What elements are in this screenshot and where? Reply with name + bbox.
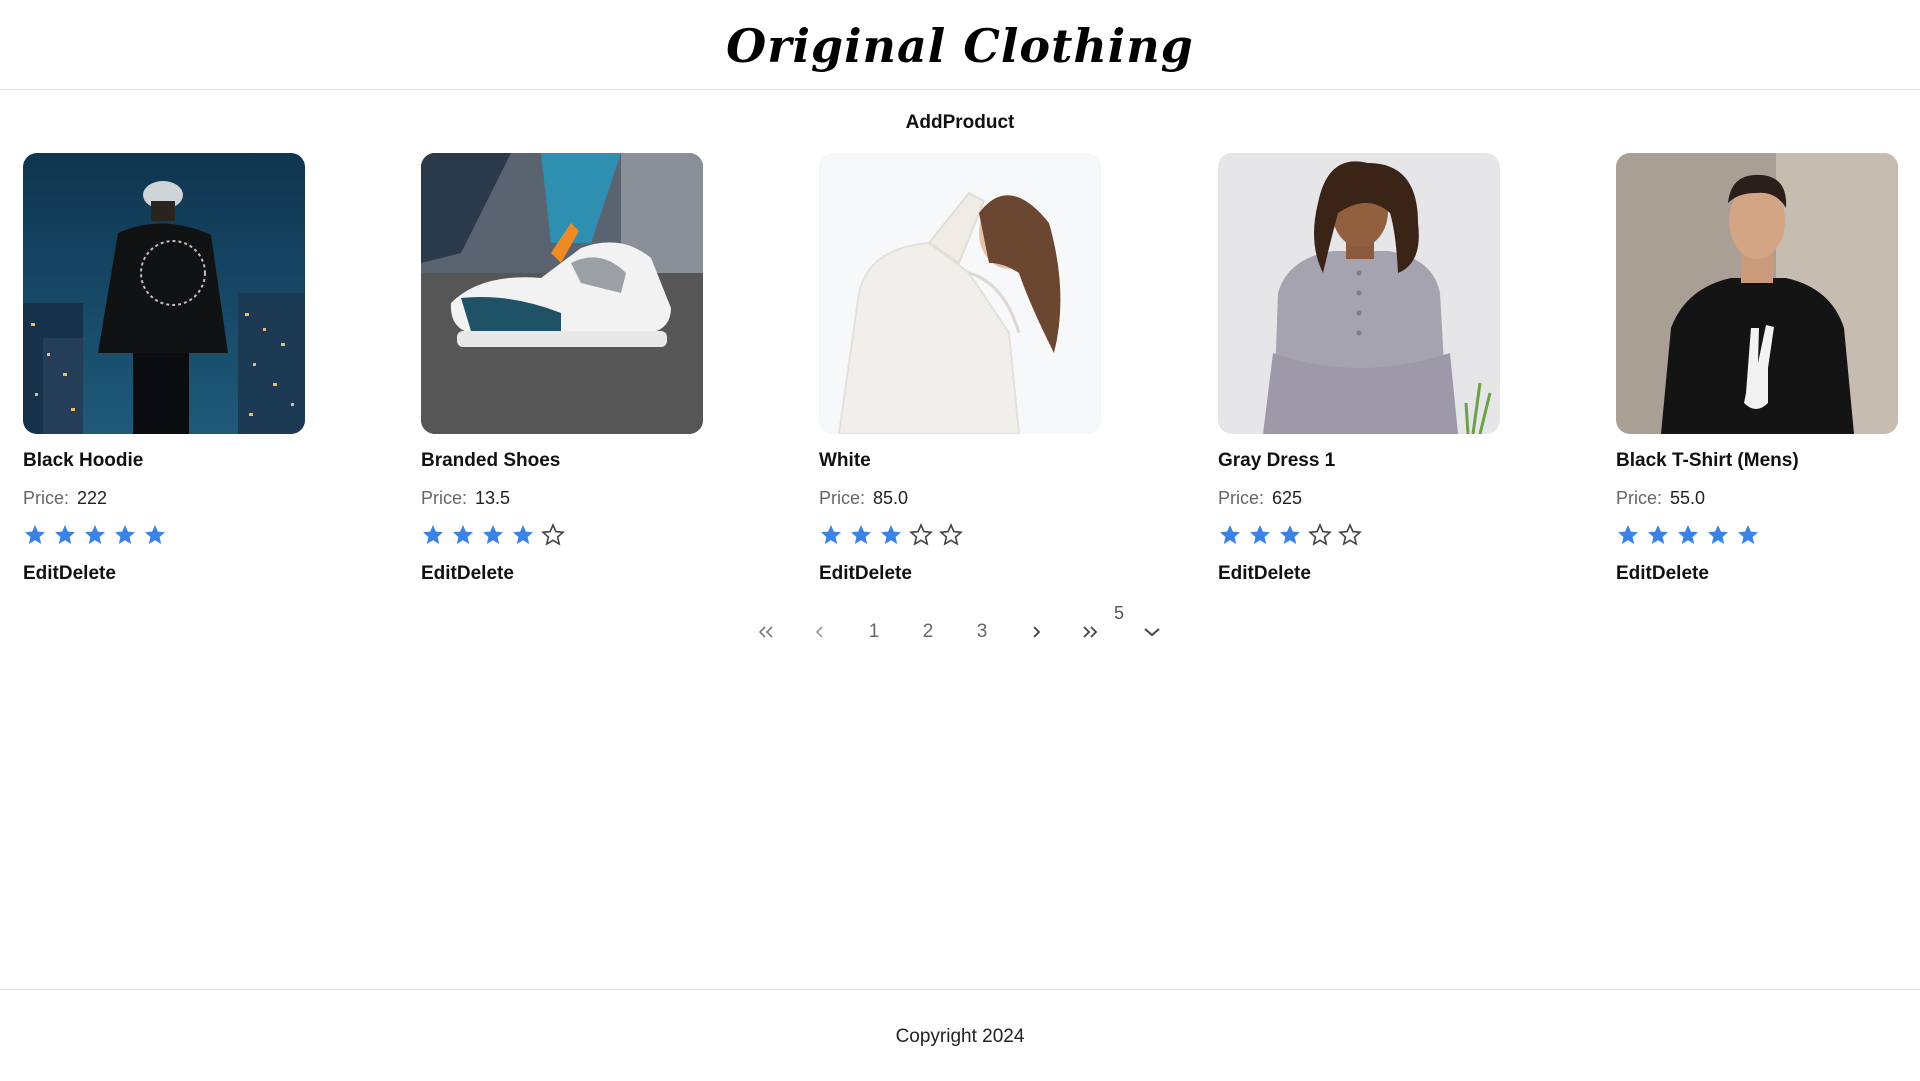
star-filled-icon	[55, 525, 75, 544]
rating-stars	[421, 523, 703, 547]
star-filled-icon	[423, 525, 443, 544]
product-price-row: Price: 55.0	[1616, 488, 1898, 509]
product-card: Black Hoodie Price: 222 Edit Delete	[23, 153, 305, 585]
page-3-button[interactable]: 3	[964, 612, 1000, 652]
star-empty-icon	[939, 523, 963, 546]
product-name[interactable]: White	[819, 450, 1101, 472]
star-filled-icon	[1280, 525, 1300, 544]
star-filled-icon	[145, 525, 165, 544]
star-filled-icon	[1708, 525, 1728, 544]
rating-stars	[23, 523, 305, 547]
star-filled-icon	[453, 525, 473, 544]
product-actions: Edit Delete	[1218, 563, 1500, 585]
product-name[interactable]: Gray Dress 1	[1218, 450, 1500, 472]
delete-button[interactable]: Delete	[457, 563, 514, 585]
product-list: Black Hoodie Price: 222 Edit Delete Brande…	[0, 153, 1920, 593]
edit-button[interactable]: Edit	[421, 563, 457, 585]
star-filled-icon	[513, 525, 533, 544]
delete-button[interactable]: Delete	[1254, 563, 1311, 585]
site-header: Original Clothing	[0, 0, 1920, 90]
product-actions: Edit Delete	[819, 563, 1101, 585]
price-label: Price:	[819, 488, 866, 508]
page-1-button[interactable]: 1	[856, 612, 892, 652]
star-empty-icon	[1338, 523, 1362, 546]
product-price: 85.0	[873, 488, 909, 508]
product-price: 13.5	[475, 488, 511, 508]
product-image-black-hoodie[interactable]	[23, 153, 305, 434]
product-name[interactable]: Branded Shoes	[421, 450, 703, 472]
star-filled-icon	[115, 525, 135, 544]
product-price: 625	[1272, 488, 1303, 508]
copyright-text: Copyright 2024	[895, 1026, 1025, 1047]
delete-button[interactable]: Delete	[59, 563, 116, 585]
product-price-row: Price: 222	[23, 488, 305, 509]
star-empty-icon	[1308, 523, 1332, 546]
edit-button[interactable]: Edit	[819, 563, 855, 585]
product-image-branded-shoes[interactable]	[421, 153, 703, 434]
product-name[interactable]: Black Hoodie	[23, 450, 305, 472]
edit-button[interactable]: Edit	[1218, 563, 1254, 585]
pagination: 1 2 3 5	[0, 603, 1920, 652]
product-image-white-sweater[interactable]	[819, 153, 1101, 434]
product-image-gray-dress[interactable]	[1218, 153, 1500, 434]
edit-button[interactable]: Edit	[1616, 563, 1652, 585]
product-card: White Price: 85.0 Edit Delete	[819, 153, 1101, 585]
product-price-row: Price: 85.0	[819, 488, 1101, 509]
product-name[interactable]: Black T-Shirt (Mens)	[1616, 450, 1898, 472]
product-actions: Edit Delete	[1616, 563, 1898, 585]
product-image-black-tshirt[interactable]	[1616, 153, 1898, 434]
rating-stars	[819, 523, 1101, 547]
star-filled-icon	[25, 525, 45, 544]
site-footer: Copyright 2024	[0, 989, 1920, 1081]
edit-button[interactable]: Edit	[23, 563, 59, 585]
last-page-icon[interactable]	[1072, 612, 1108, 652]
star-empty-icon	[541, 523, 565, 546]
star-filled-icon	[1648, 525, 1668, 544]
product-card: Black T-Shirt (Mens) Price: 55.0 Edit Dele…	[1616, 153, 1898, 585]
price-label: Price:	[1616, 488, 1663, 508]
add-product-link[interactable]: AddProduct	[0, 112, 1920, 134]
product-price-row: Price: 625	[1218, 488, 1500, 509]
product-actions: Edit Delete	[421, 563, 703, 585]
price-label: Price:	[23, 488, 70, 508]
price-label: Price:	[1218, 488, 1265, 508]
product-card: Gray Dress 1 Price: 625 Edit Delete	[1218, 153, 1500, 585]
product-card: Branded Shoes Price: 13.5 Edit Delete	[421, 153, 703, 585]
product-actions: Edit Delete	[23, 563, 305, 585]
product-price: 55.0	[1670, 488, 1706, 508]
delete-button[interactable]: Delete	[855, 563, 912, 585]
chevron-down-icon[interactable]	[1143, 625, 1161, 643]
star-filled-icon	[85, 525, 105, 544]
star-filled-icon	[1738, 525, 1758, 544]
delete-button[interactable]: Delete	[1652, 563, 1709, 585]
page-size-value: 5	[1114, 603, 1125, 623]
prev-page-icon[interactable]	[802, 612, 838, 652]
next-page-icon[interactable]	[1018, 612, 1054, 652]
star-filled-icon	[1618, 525, 1638, 544]
star-filled-icon	[1678, 525, 1698, 544]
first-page-icon[interactable]	[748, 612, 784, 652]
star-filled-icon	[1220, 525, 1240, 544]
star-filled-icon	[821, 525, 841, 544]
star-filled-icon	[851, 525, 871, 544]
rating-stars	[1218, 523, 1500, 547]
product-price: 222	[77, 488, 108, 508]
page-2-button[interactable]: 2	[910, 612, 946, 652]
page-size-select[interactable]: 5	[1110, 603, 1161, 656]
product-price-row: Price: 13.5	[421, 488, 703, 509]
star-filled-icon	[881, 525, 901, 544]
brand-logo[interactable]: Original Clothing	[726, 19, 1194, 73]
price-label: Price:	[421, 488, 468, 508]
rating-stars	[1616, 523, 1898, 547]
star-filled-icon	[1250, 525, 1270, 544]
star-filled-icon	[483, 525, 503, 544]
star-empty-icon	[909, 523, 933, 546]
